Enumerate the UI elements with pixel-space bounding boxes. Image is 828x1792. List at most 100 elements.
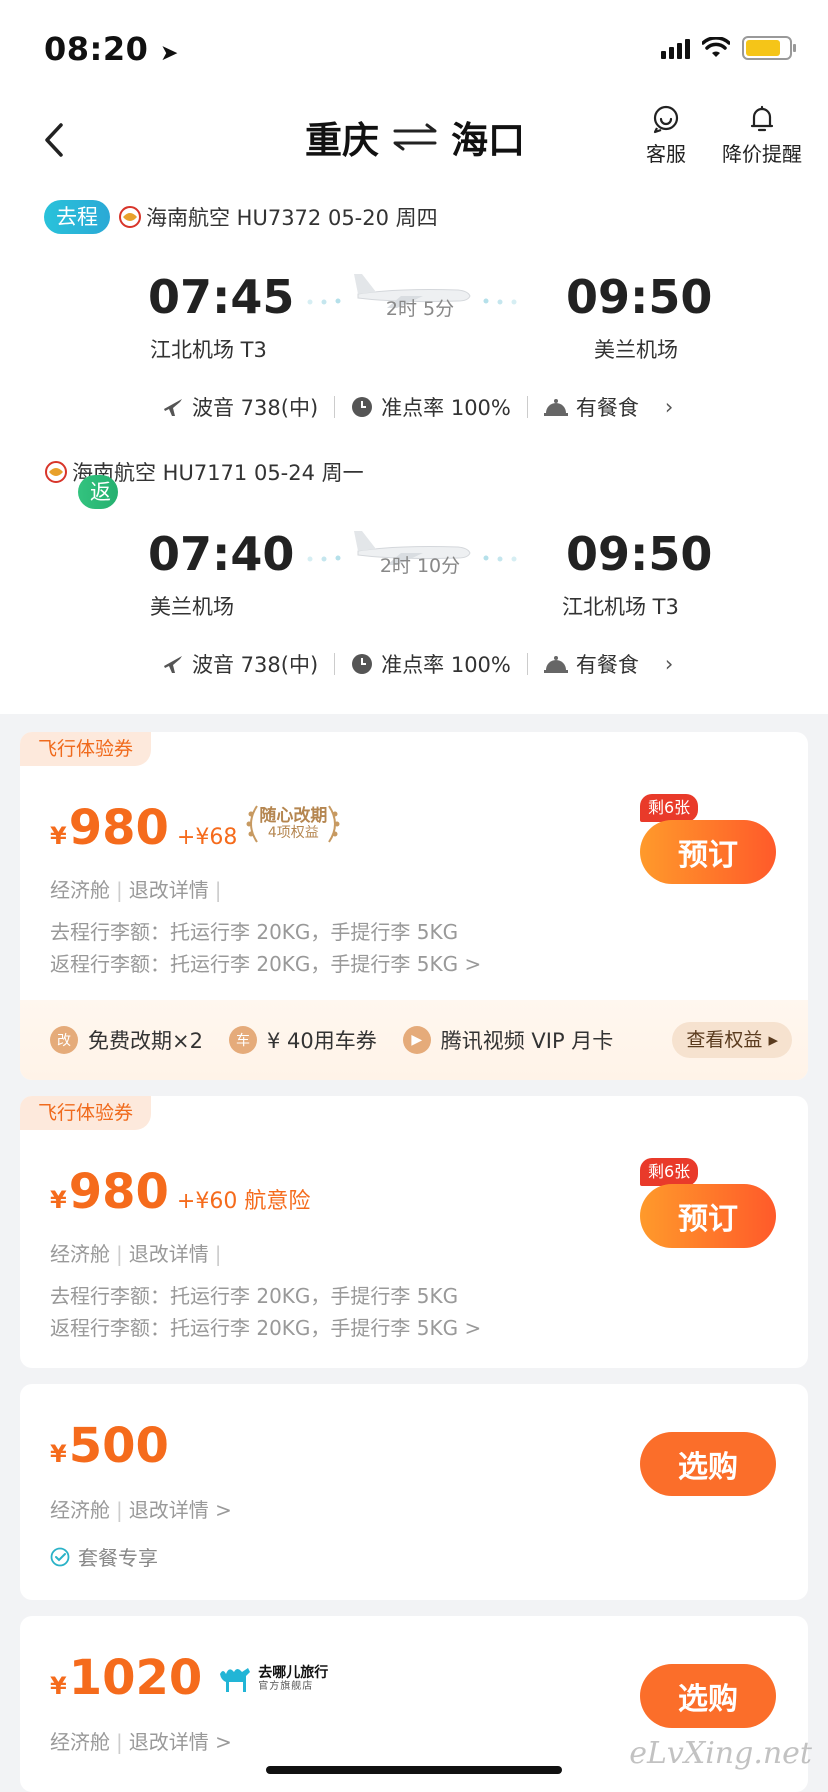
customer-service-button[interactable]: 客服 [646,104,686,167]
status-bar: 08:20 ➤ [0,0,828,96]
perk-label: 腾讯视频 VIP 月卡 [440,1029,614,1053]
perk-item: 车 ¥ 40用车券 [228,1025,377,1055]
separator [526,653,528,675]
price-value: 500 [68,1418,169,1474]
cabin-line: 经济舱 | 退改详情 | [50,1242,222,1266]
brand-line2: 官方旗舰店 [258,1681,314,1693]
chevron-left-icon [45,123,63,157]
from-city: 重庆 [305,119,379,162]
cabin-class: 经济舱 [50,1730,110,1754]
refund-link[interactable]: 退改详情 [129,878,209,902]
separator [334,396,336,418]
package-exclusive: 套餐专享 [50,1542,158,1571]
laurel-line1: 随心改期 [259,805,328,826]
hainan-airlines-logo-icon [45,461,67,483]
offer-card[interactable]: 飞行体验券 ¥ 980 +¥68 随心改期 4项权益 剩6张 预订 经济舱 | 退改… [20,732,808,1080]
battery-icon [742,36,796,60]
baggage-outbound: 去程行李额：托运行李 20KG，手提行李 5KG [50,1284,459,1308]
book-button[interactable]: 预订 [640,1184,776,1248]
offer-tag: 飞行体验券 [20,732,152,766]
return-meal: 有餐食 [575,653,639,677]
price-addon: +¥68 [176,825,238,850]
perk-label: ¥ 40用车券 [266,1029,377,1053]
outbound-meal: 有餐食 [575,396,639,420]
refund-link[interactable]: 退改详情 > [129,1498,232,1522]
qunar-brand: 去哪儿旅行 官方旗舰店 [216,1664,328,1694]
outbound-arr-airport: 美兰机场 [594,338,678,362]
offer-price: ¥ 980 +¥68 随心改期 4项权益 [50,800,341,856]
separator [334,653,336,675]
baggage-return[interactable]: 返程行李额：托运行李 20KG，手提行李 5KG > [50,1312,481,1341]
offers-section: 飞行体验券 ¥ 980 +¥68 随心改期 4项权益 剩6张 预订 经济舱 | 退改… [0,714,828,1792]
back-button[interactable] [34,114,74,166]
offer-price: ¥ 980 +¥60 航意险 [50,1164,310,1220]
watermark: eLvXing.net [629,1736,812,1771]
outbound-arr-time: 09:50 [566,270,713,324]
return-ontime: 准点率 100% [381,653,511,677]
return-dep-airport: 美兰机场 [150,595,234,619]
return-airline: 海南航空 HU7171 05-24 周一 [72,461,364,485]
baggage-outbound: 去程行李额：托运行李 20KG，手提行李 5KG [50,920,459,944]
yen-symbol: ¥ [50,822,67,850]
select-button[interactable]: 选购 [640,1664,776,1728]
price-value: 980 [68,1164,169,1220]
wifi-icon [702,37,730,57]
cabin-class: 经济舱 [50,1242,110,1266]
meal-cloche-icon [543,654,568,674]
return-meta[interactable]: 波音 738(中) 准点率 100% 有餐食 › [162,649,673,679]
outbound-ontime: 准点率 100% [381,396,511,420]
to-city: 海口 [451,119,525,162]
return-header: 返程 海南航空 HU7171 05-24 周一 [44,457,364,538]
nav-header: 重庆 海口 客服 降价提醒 [0,96,828,184]
outbound-flight[interactable]: 去程 海南航空 HU7372 05-20 周四 07:45 江北机场 T3 2时… [0,200,828,430]
outbound-badge: 去程 [44,200,110,234]
camel-logo-icon [220,1668,251,1692]
video-play-icon: ▶ [402,1026,431,1054]
cabin-line: 经济舱 | 退改详情 > [50,1730,232,1754]
view-benefits-button[interactable]: 查看权益 ▸ [672,1022,792,1058]
cabin-line: 经济舱 | 退改详情 | [50,878,222,902]
route-title[interactable]: 重庆 海口 [300,110,530,164]
meal-cloche-icon [543,397,568,417]
offer-card[interactable]: ¥ 500 选购 经济舱 | 退改详情 > 套餐专享 [20,1384,808,1600]
outbound-meta[interactable]: 波音 738(中) 准点率 100% 有餐食 › [162,392,673,422]
return-aircraft: 波音 738(中) [192,653,319,677]
refund-link[interactable]: 退改详情 [129,1242,209,1266]
price-addon: +¥60 航意险 [176,1189,311,1214]
status-icons [661,36,796,60]
chevron-right-icon: › [664,652,674,676]
offer-price: ¥ 500 [50,1418,169,1474]
perk-item: 改 免费改期×2 [50,1025,203,1055]
remaining-badge: 剩6张 [640,794,699,822]
perks-strip: 改 免费改期×2 车 ¥ 40用车券 ▶ 腾讯视频 VIP 月卡 查看权益 ▸ [20,1000,808,1080]
outbound-airline: 海南航空 HU7372 05-20 周四 [146,206,438,230]
return-dep-time: 07:40 [148,527,295,581]
price-value: 1020 [68,1650,203,1706]
outbound-dep-time: 07:45 [148,270,295,324]
book-button[interactable]: 预订 [640,820,776,884]
bell-icon [750,105,774,132]
offer-price: ¥ 1020 去哪儿旅行 官方旗舰店 [50,1650,328,1706]
home-indicator[interactable] [266,1766,562,1774]
baggage-return[interactable]: 返程行李额：托运行李 20KG，手提行李 5KG > [50,948,481,977]
return-arr-time: 09:50 [566,527,713,581]
laurel-right-icon [328,805,340,843]
yen-symbol: ¥ [50,1672,67,1700]
cabin-class: 经济舱 [50,878,110,902]
refund-link[interactable]: 退改详情 > [129,1730,232,1754]
plane-small-icon [162,396,184,418]
select-button[interactable]: 选购 [640,1432,776,1496]
outbound-duration: 2时 5分 [385,298,455,320]
plane-small-icon [162,653,184,675]
chevron-right-icon: › [664,395,674,419]
location-arrow-icon: ➤ [160,41,179,66]
offer-card[interactable]: 飞行体验券 ¥ 980 +¥60 航意险 剩6张 预订 经济舱 | 退改详情 | 去程… [20,1096,808,1368]
laurel-left-icon [246,805,259,843]
status-time: 08:20 ➤ [44,30,179,68]
separator [526,396,528,418]
yen-symbol: ¥ [50,1186,67,1214]
outbound-dep-airport: 江北机场 T3 [150,338,267,362]
return-flight[interactable]: 返程 海南航空 HU7171 05-24 周一 07:40 美兰机场 2时 10… [0,457,828,687]
service-label: 客服 [646,142,686,166]
price-alert-button[interactable]: 降价提醒 [722,104,802,167]
